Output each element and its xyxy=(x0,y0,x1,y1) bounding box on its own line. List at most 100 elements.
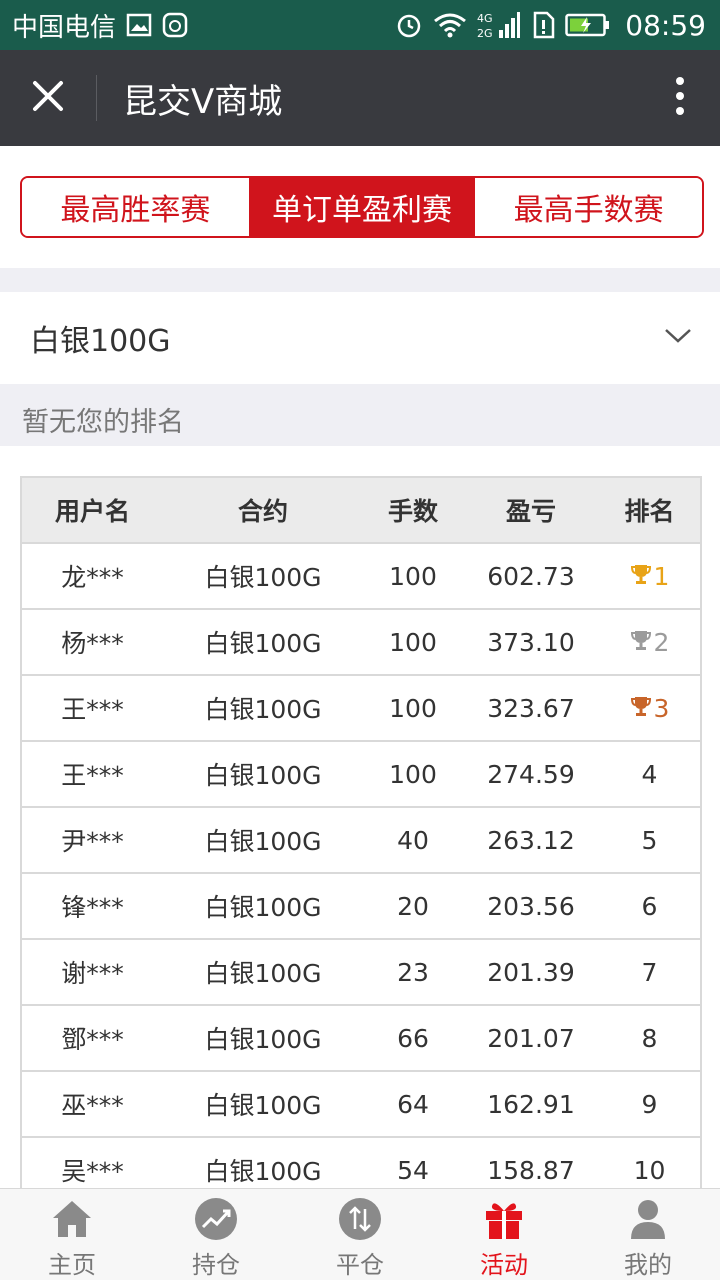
cell-rank: 2 xyxy=(599,608,702,676)
header-lots: 手数 xyxy=(363,476,463,544)
table-row: 王*** 白银100G 100 323.67 3 xyxy=(20,674,702,742)
table-row: 龙*** 白银100G 100 602.73 1 xyxy=(20,542,702,610)
cell-rank: 10 xyxy=(599,1136,702,1188)
rank-number: 2 xyxy=(653,627,670,657)
my-rank-note: 暂无您的排名 xyxy=(22,407,184,438)
bronze-trophy-icon xyxy=(630,694,652,723)
cell-pnl: 203.56 xyxy=(463,872,599,940)
close-icon xyxy=(31,79,65,117)
nav-activity[interactable]: 活动 xyxy=(432,1189,576,1280)
ranking-table-section: 用户名 合约 手数 盈亏 排名 龙*** 白银100G 100 602.73 1… xyxy=(0,446,720,1188)
cell-username: 龙*** xyxy=(20,542,163,610)
cell-contract: 白银100G xyxy=(163,542,363,610)
table-row: 吴*** 白银100G 54 158.87 10 xyxy=(20,1136,702,1188)
nav-mine[interactable]: 我的 xyxy=(576,1189,720,1280)
cell-lots: 64 xyxy=(363,1070,463,1138)
rank-number: 3 xyxy=(653,693,670,723)
carrier-label: 中国电信 xyxy=(12,12,117,43)
battery-charging-icon xyxy=(565,13,611,37)
cell-username: 吴*** xyxy=(20,1136,163,1188)
cell-pnl: 162.91 xyxy=(463,1070,599,1138)
cell-pnl: 323.67 xyxy=(463,674,599,742)
wifi-icon xyxy=(433,12,467,38)
cell-username: 巫*** xyxy=(20,1070,163,1138)
tab-highest-win-rate[interactable]: 最高胜率赛 xyxy=(22,178,249,236)
cell-lots: 100 xyxy=(363,740,463,808)
cell-contract: 白银100G xyxy=(163,608,363,676)
nav-activity-label: 活动 xyxy=(480,1251,528,1279)
cell-pnl: 158.87 xyxy=(463,1136,599,1188)
svg-text:4G: 4G xyxy=(477,12,493,25)
cell-rank: 4 xyxy=(599,740,702,808)
app-notification-icon xyxy=(162,12,188,38)
table-row: 鄧*** 白银100G 66 201.07 8 xyxy=(20,1004,702,1072)
table-row: 巫*** 白银100G 64 162.91 9 xyxy=(20,1070,702,1138)
cell-lots: 54 xyxy=(363,1136,463,1188)
cell-contract: 白银100G xyxy=(163,674,363,742)
table-row: 锋*** 白银100G 20 203.56 6 xyxy=(20,872,702,940)
cell-rank: 1 xyxy=(599,542,702,610)
tab-single-order-profit[interactable]: 单订单盈利赛 xyxy=(248,178,476,236)
cell-contract: 白银100G xyxy=(163,806,363,874)
cell-username: 尹*** xyxy=(20,806,163,874)
cell-username: 谢*** xyxy=(20,938,163,1006)
header-rank: 排名 xyxy=(599,476,702,544)
cell-username: 王*** xyxy=(20,674,163,742)
close-button[interactable] xyxy=(0,50,96,146)
chevron-down-icon xyxy=(664,328,692,348)
clock-time: 08:59 xyxy=(625,8,706,42)
table-row: 谢*** 白银100G 23 201.39 7 xyxy=(20,938,702,1006)
cell-rank: 3 xyxy=(599,674,702,742)
svg-text:2G: 2G xyxy=(477,27,493,40)
nav-close-position[interactable]: 平仓 xyxy=(288,1189,432,1280)
cell-contract: 白银100G xyxy=(163,1070,363,1138)
cell-pnl: 274.59 xyxy=(463,740,599,808)
nav-home-label: 主页 xyxy=(48,1251,96,1279)
table-row: 杨*** 白银100G 100 373.10 2 xyxy=(20,608,702,676)
nav-positions[interactable]: 持仓 xyxy=(144,1189,288,1280)
cell-lots: 40 xyxy=(363,806,463,874)
cell-rank: 5 xyxy=(599,806,702,874)
cell-rank: 6 xyxy=(599,872,702,940)
page-title: 昆交V商城 xyxy=(123,81,283,122)
tab-highest-lots[interactable]: 最高手数赛 xyxy=(475,178,702,236)
cell-username: 王*** xyxy=(20,740,163,808)
cell-rank: 9 xyxy=(599,1070,702,1138)
cell-lots: 100 xyxy=(363,608,463,676)
cell-contract: 白银100G xyxy=(163,1136,363,1188)
table-row: 王*** 白银100G 100 274.59 4 xyxy=(20,740,702,808)
product-select[interactable]: 白银100G xyxy=(0,292,720,384)
cell-lots: 23 xyxy=(363,938,463,1006)
rank-number: 1 xyxy=(653,561,670,591)
sim-alert-icon xyxy=(531,11,555,39)
gold-trophy-icon xyxy=(630,562,652,591)
alarm-icon xyxy=(395,11,423,39)
cell-lots: 100 xyxy=(363,674,463,742)
chart-trend-icon xyxy=(194,1195,238,1243)
cell-contract: 白银100G xyxy=(163,740,363,808)
cell-username: 杨*** xyxy=(20,608,163,676)
signal-icon: 4G 2G xyxy=(477,10,521,40)
cell-username: 鄧*** xyxy=(20,1004,163,1072)
contest-tabs-section: 最高胜率赛 单订单盈利赛 最高手数赛 xyxy=(0,146,720,268)
cell-pnl: 602.73 xyxy=(463,542,599,610)
cell-contract: 白银100G xyxy=(163,872,363,940)
app-header: 昆交V商城 xyxy=(0,50,720,146)
bottom-nav: 主页 持仓 平仓 活动 我的 xyxy=(0,1188,720,1280)
table-header-row: 用户名 合约 手数 盈亏 排名 xyxy=(20,476,702,544)
table-row: 尹*** 白银100G 40 263.12 5 xyxy=(20,806,702,874)
cell-username: 锋*** xyxy=(20,872,163,940)
cell-pnl: 201.07 xyxy=(463,1004,599,1072)
cell-pnl: 263.12 xyxy=(463,806,599,874)
cell-lots: 20 xyxy=(363,872,463,940)
nav-home[interactable]: 主页 xyxy=(0,1189,144,1280)
more-menu-button[interactable] xyxy=(640,50,720,146)
cell-lots: 100 xyxy=(363,542,463,610)
up-down-arrows-icon xyxy=(338,1195,382,1243)
nav-mine-label: 我的 xyxy=(624,1251,672,1279)
nav-positions-label: 持仓 xyxy=(192,1251,240,1279)
silver-trophy-icon xyxy=(630,628,652,657)
image-notification-icon xyxy=(126,12,152,38)
header-divider xyxy=(96,75,97,121)
header-contract: 合约 xyxy=(163,476,363,544)
